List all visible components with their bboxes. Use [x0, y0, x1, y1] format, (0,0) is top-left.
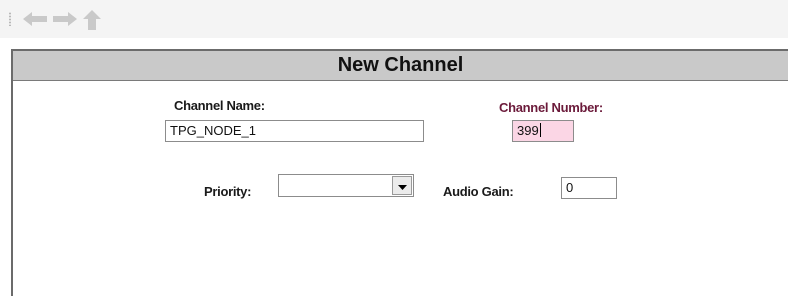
up-arrow-icon[interactable] [82, 9, 102, 31]
new-channel-panel: New Channel [11, 49, 788, 296]
priority-select[interactable] [278, 174, 414, 197]
channel-number-label: Channel Number: [499, 100, 603, 115]
forward-arrow-icon[interactable] [52, 11, 78, 27]
priority-dropdown-button[interactable] [392, 176, 412, 195]
channel-name-label: Channel Name: [174, 98, 265, 113]
channel-number-field[interactable]: 399 [512, 120, 574, 142]
toolbar [0, 0, 788, 38]
toolbar-grip[interactable] [9, 12, 11, 26]
audio-gain-field[interactable]: 0 [561, 177, 617, 199]
channel-number-value: 399 [517, 123, 539, 138]
panel-title: New Channel [13, 51, 788, 81]
chevron-down-icon [397, 177, 407, 195]
audio-gain-label: Audio Gain: [443, 184, 514, 199]
channel-name-field[interactable]: TPG_NODE_1 [165, 120, 424, 142]
text-caret [539, 123, 541, 137]
back-arrow-icon[interactable] [22, 11, 48, 27]
priority-label: Priority: [204, 184, 252, 199]
